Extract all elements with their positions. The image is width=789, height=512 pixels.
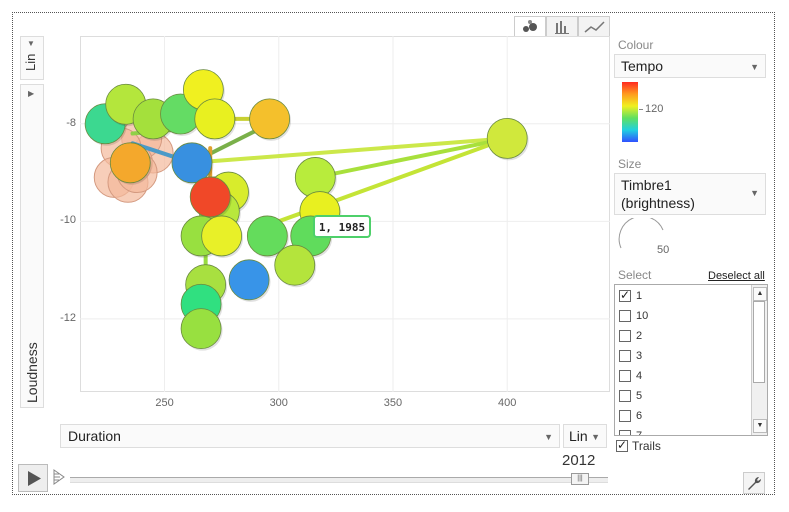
line-chart-icon [584,21,605,33]
x-tick-label: 300 [269,397,288,409]
size-selector[interactable]: Timbre1 (brightness) ▼ [614,173,766,215]
deselect-all-link[interactable]: Deselect all [708,270,765,282]
x-axis-selector[interactable]: Duration ▼ [60,424,560,448]
tab-bar[interactable] [546,16,578,38]
data-bubble [274,244,316,286]
data-bubble [249,98,291,140]
y-axis-label: Loudness [24,342,40,403]
data-bubble [228,259,270,301]
speed-icon[interactable] [51,466,67,488]
colour-label: Colour [618,38,654,52]
time-slider-handle[interactable]: ||| [571,473,589,485]
y-scale-label: Lin [23,53,38,71]
data-bubble [109,142,151,184]
list-item[interactable]: 5 [619,387,749,407]
size-metric-line2: (brightness) [621,195,695,211]
colour-legend-gradient [622,82,638,142]
play-button[interactable] [18,464,48,492]
year-display: 2012 [562,452,596,469]
data-bubble [201,215,243,257]
data-bubble [171,142,213,184]
list-item-label: 2 [636,330,643,342]
chevron-down-icon: ▼ [591,432,600,442]
data-bubble [486,118,528,159]
list-item-label: 4 [636,370,643,382]
tab-bubble[interactable] [514,16,546,38]
trails-toggle[interactable]: Trails [616,438,716,456]
settings-button[interactable] [743,472,765,494]
data-bubble [294,157,336,198]
x-tick-label: 400 [498,397,517,409]
tooltip-text: 1, 1985 [319,221,365,234]
list-item[interactable]: 4 [619,367,749,387]
list-item[interactable]: 1 [619,287,749,307]
data-bubble [194,98,236,140]
bubble-plot[interactable]: 1, 1985 [80,36,610,392]
select-label: Select [618,268,652,282]
list-item[interactable]: 2 [619,327,749,347]
colour-legend-tick: 120 [645,103,664,115]
size-legend-value: 50 [657,244,670,256]
bubble-tooltip: 1, 1985 [313,215,371,238]
list-item-label: 5 [636,390,643,402]
time-slider-track[interactable] [70,477,608,483]
list-item-checkbox[interactable] [619,288,631,302]
colour-legend-tickmark [639,109,643,110]
list-item-label: 7 [636,430,643,436]
wrench-icon [748,476,762,490]
bubble-chart-icon [523,20,537,32]
list-item[interactable]: 6 [619,407,749,427]
scroll-thumb[interactable] [753,301,765,383]
list-item-label: 6 [636,410,643,422]
data-bubble [189,176,231,218]
list-item-checkbox[interactable] [619,330,631,342]
list-item[interactable]: 10 [619,307,749,327]
list-item-checkbox[interactable] [619,370,631,382]
y-scale-dropdown[interactable]: ▼ Lin [20,36,44,80]
play-icon [28,471,41,486]
chevron-down-icon: ▼ [27,39,35,48]
trails-label: Trails [632,439,661,453]
list-item[interactable]: 7 [619,427,749,436]
bar-chart-icon [555,21,569,34]
select-list[interactable]: 1 10 2 3 4 5 6 7 ▲ ▼ [614,284,768,436]
data-bubble [180,308,222,350]
chevron-down-icon: ▼ [544,432,553,442]
chevron-right-icon: ▶ [28,89,35,98]
colour-selector[interactable]: Tempo ▼ [614,54,766,78]
x-scale-dropdown[interactable]: Lin ▼ [563,424,607,448]
scroll-down-icon[interactable]: ▼ [753,419,767,433]
list-item-checkbox[interactable] [619,390,631,402]
chevron-down-icon: ▼ [750,188,759,198]
list-item-checkbox[interactable] [619,410,631,422]
chevron-down-icon: ▼ [750,62,759,72]
list-item-label: 10 [636,310,649,322]
list-item[interactable]: 3 [619,347,749,367]
list-item-label: 1 [636,290,643,302]
x-tick-label: 350 [383,397,403,409]
size-metric-line1: Timbre1 [621,177,672,193]
list-item-checkbox[interactable] [619,430,631,435]
y-tick-label: -12 [60,311,76,324]
colour-metric: Tempo [621,58,664,74]
y-tick-label: -8 [66,116,76,129]
list-item-checkbox[interactable] [619,350,631,362]
x-tick-label: 250 [155,397,174,409]
list-item-label: 3 [636,350,643,362]
list-scrollbar[interactable]: ▲ ▼ [751,285,767,435]
list-item-checkbox[interactable] [619,310,631,322]
x-scale-label: Lin [569,428,588,444]
size-label: Size [618,157,642,171]
y-axis-selector[interactable]: ▶ Loudness [20,84,44,408]
y-tick-label: -10 [60,214,76,227]
trails-checkbox[interactable] [616,438,628,452]
x-axis-label: Duration [68,428,121,444]
tab-line[interactable] [578,16,610,38]
plot-background [80,36,610,392]
scroll-up-icon[interactable]: ▲ [753,287,767,301]
